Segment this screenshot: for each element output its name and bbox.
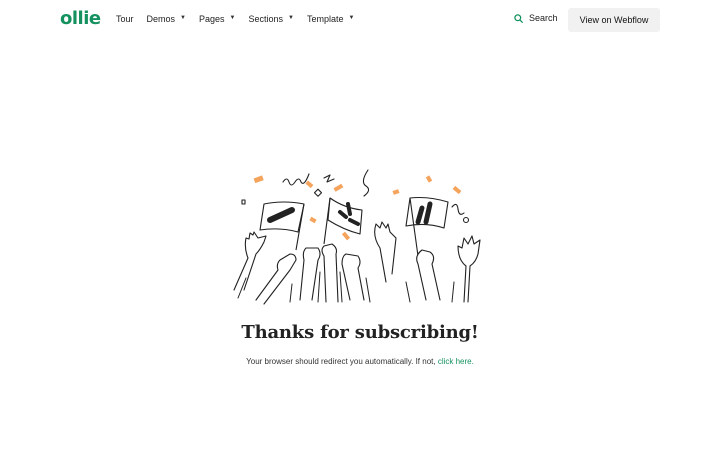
page-title: Thanks for subscribing!	[241, 322, 479, 343]
nav-item-pages[interactable]: Pages ▼	[199, 14, 235, 24]
nav-item-demos[interactable]: Demos ▼	[147, 14, 186, 24]
nav-item-label: Pages	[198, 14, 225, 24]
nav-item-template[interactable]: Template ▼	[307, 14, 354, 24]
chevron-down-icon: ▼	[229, 15, 236, 21]
view-on-webflow-button[interactable]: View on Webflow	[568, 8, 660, 32]
squiggle	[282, 173, 310, 186]
nav-item-tour[interactable]: Tour	[116, 14, 134, 24]
chevron-down-icon: ▼	[288, 15, 294, 21]
flag-left	[259, 201, 305, 251]
search-icon	[514, 13, 523, 23]
search-label: Search	[529, 13, 558, 23]
chevron-down-icon: ▼	[180, 15, 186, 21]
celebration-illustration	[233, 169, 481, 305]
search-button[interactable]: Search	[514, 13, 558, 23]
nav-item-label: Demos	[146, 14, 176, 24]
nav-item-label: Sections	[248, 14, 283, 24]
redirect-message-text: Your browser should redirect you automat…	[246, 357, 436, 366]
click-here-link[interactable]: click here.	[438, 357, 474, 366]
flag-right	[405, 196, 449, 257]
redirect-message: Your browser should redirect you automat…	[0, 357, 720, 366]
zigzag	[323, 174, 335, 183]
diamond	[313, 188, 323, 197]
ollie-logo[interactable]: ollie	[60, 8, 101, 29]
squiggle	[451, 203, 465, 215]
squiggle	[362, 169, 370, 197]
nav-menu: Tour Demos ▼ Pages ▼ Sections ▼ Template…	[116, 14, 367, 24]
chevron-down-icon: ▼	[348, 15, 355, 21]
nav-item-label: Tour	[116, 14, 134, 24]
nav-item-label: Template	[306, 14, 344, 24]
top-navigation: ollie Tour Demos ▼ Pages ▼ Sections ▼ Te…	[0, 0, 720, 40]
hands	[233, 221, 481, 305]
flag-center	[323, 197, 363, 245]
nav-item-sections[interactable]: Sections ▼	[248, 14, 293, 24]
